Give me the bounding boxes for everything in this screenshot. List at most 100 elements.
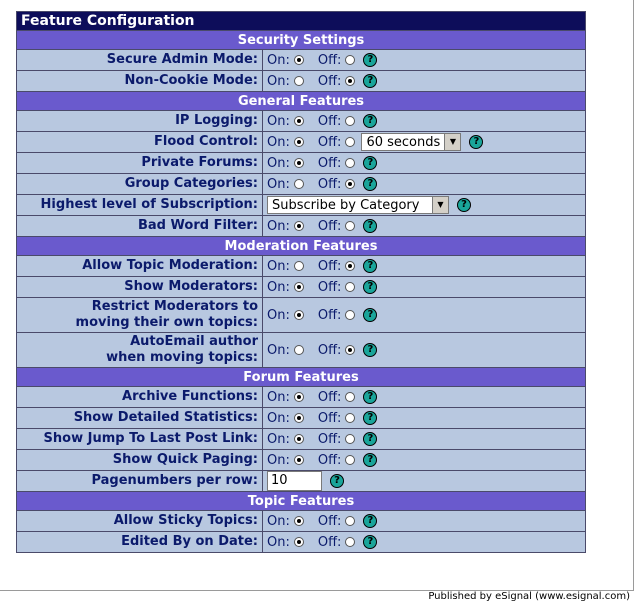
chevron-down-icon[interactable]: ▼ [432,197,448,213]
off-radio[interactable] [345,158,356,168]
section-general: General Features [16,91,586,111]
on-off-radio-group: On: Off: [267,53,356,68]
on-off-radio-group: On: Off: [267,513,356,529]
help-icon[interactable]: ? [363,74,378,88]
on-radio[interactable] [293,516,304,526]
on-radio[interactable] [293,158,304,168]
help-icon[interactable]: ? [457,198,471,212]
on-radio[interactable] [293,455,304,465]
on-radio[interactable] [293,392,304,402]
off-radio[interactable] [345,55,356,65]
on-radio[interactable] [293,310,304,320]
row-label: Secure Admin Mode: [16,49,263,71]
on-off-radio-group: On: Off: [267,343,356,358]
on-radio[interactable] [293,76,304,86]
off-radio[interactable] [345,434,356,444]
screenshot-frame: Feature Configuration Security Settings … [0,0,634,591]
off-radio[interactable] [345,137,356,147]
row-flood-control: Flood Control: On: Off: 60 seconds ▼? [16,131,586,153]
help-icon[interactable]: ? [363,343,378,357]
section-security: Security Settings [16,30,586,50]
help-icon[interactable]: ? [363,280,378,294]
help-icon[interactable]: ? [363,514,378,528]
off-radio[interactable] [345,413,356,423]
on-radio[interactable] [293,413,304,423]
row-autoemail-author: AutoEmail author when moving topics: On: Of… [16,332,586,368]
on-radio[interactable] [293,434,304,444]
on-radio[interactable] [293,116,304,126]
off-radio[interactable] [345,116,356,126]
help-icon[interactable]: ? [469,135,484,149]
on-off-radio-group: On: Off: [267,534,356,550]
off-radio[interactable] [345,76,356,86]
row-label: Show Moderators: [16,276,263,298]
on-radio[interactable] [293,261,304,271]
row-highest-level-of-subscription: Highest level of Subscription: Subscribe … [16,194,586,216]
on-off-radio-group: On: Off: [267,135,356,150]
off-label: Off: [317,431,342,447]
on-off-radio-group: On: Off: [267,258,356,274]
row-label-line-1: Restrict Moderators to [91,299,258,314]
on-radio[interactable] [293,137,304,147]
help-icon[interactable]: ? [363,308,378,322]
on-radio[interactable] [293,282,304,292]
off-label: Off: [317,279,342,295]
dropdown-select[interactable]: 60 seconds ▼ [361,133,462,151]
publisher-footer: Published by eSignal (www.esignal.com) [428,591,630,602]
off-radio[interactable] [345,282,356,292]
chevron-down-icon[interactable]: ▼ [444,134,461,150]
on-off-radio-group: On: Off: [267,411,356,426]
dropdown-value: 60 seconds [366,134,441,150]
on-radio[interactable] [293,179,304,189]
row-show-quick-paging: Show Quick Paging: On: Off:? [16,449,586,471]
help-icon[interactable]: ? [363,390,378,404]
off-label: Off: [317,534,342,550]
off-radio[interactable] [345,221,356,231]
help-icon[interactable]: ? [363,177,378,191]
row-label: Group Categories: [16,173,263,195]
help-icon[interactable]: ? [363,114,378,128]
row-restrict-moderators: Restrict Moderators to moving their own t… [16,297,586,333]
pagenumbers-input[interactable]: 10 [267,471,322,491]
help-icon[interactable]: ? [363,219,378,233]
page-title: Feature Configuration [16,11,586,31]
off-label: Off: [317,155,342,171]
off-label: Off: [317,513,342,529]
row-label: Edited By on Date: [16,531,263,553]
row-label-line-1: AutoEmail author [130,334,258,349]
row-label: Allow Topic Moderation: [16,255,263,277]
on-radio[interactable] [293,221,304,231]
help-icon[interactable]: ? [363,53,378,67]
help-icon[interactable]: ? [363,535,378,549]
row-secure-admin-mode: Secure Admin Mode: On: Off:? [16,49,586,71]
dropdown-select[interactable]: Subscribe by Category ▼ [267,196,449,214]
row-edited-by-on-date: Edited By on Date: On: Off:? [16,531,586,553]
row-label: Show Jump To Last Post Link: [16,428,263,450]
help-icon[interactable]: ? [363,411,378,425]
off-radio[interactable] [345,392,356,402]
row-label: Restrict Moderators to moving their own t… [16,297,263,333]
help-icon[interactable]: ? [363,156,378,170]
row-pagenumbers-per-row: Pagenumbers per row: 10? [16,470,586,492]
off-radio[interactable] [345,455,356,465]
off-label: Off: [317,307,342,323]
help-icon[interactable]: ? [363,259,378,273]
off-radio[interactable] [345,345,356,355]
section-forum: Forum Features [16,367,586,387]
on-radio[interactable] [293,55,304,65]
off-radio[interactable] [345,516,356,526]
help-icon[interactable]: ? [330,474,344,488]
on-radio[interactable] [293,537,304,547]
off-radio[interactable] [345,179,356,189]
help-icon[interactable]: ? [363,453,378,467]
row-bad-word-filter: Bad Word Filter: On: Off:? [16,215,586,237]
off-radio[interactable] [345,537,356,547]
on-label: On: [267,258,290,274]
off-radio[interactable] [345,261,356,271]
on-label: On: [267,155,290,171]
off-label: Off: [317,452,342,468]
row-label: Show Detailed Statistics: [16,407,263,429]
off-radio[interactable] [345,310,356,320]
help-icon[interactable]: ? [363,432,378,446]
on-radio[interactable] [293,345,304,355]
